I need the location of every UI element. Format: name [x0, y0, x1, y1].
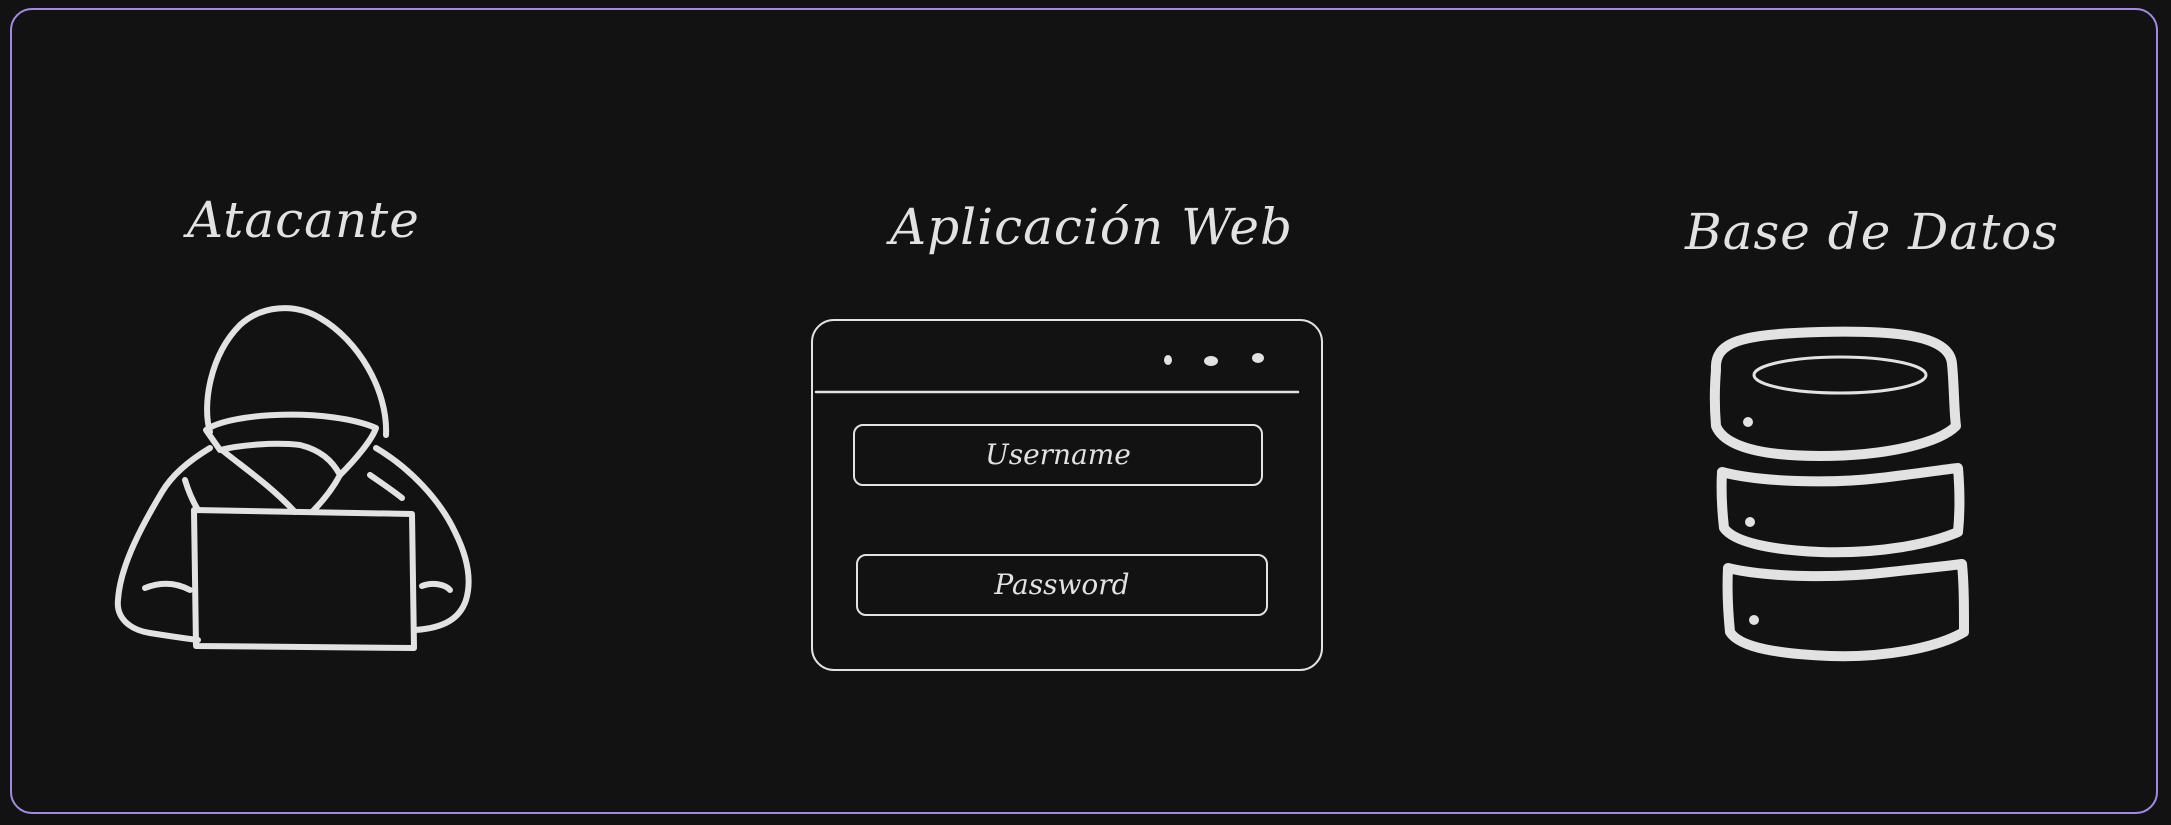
window-dot-icon [1204, 356, 1218, 366]
database-icon [1709, 326, 1969, 662]
attacker-label: Atacante [187, 191, 420, 249]
window-dot-icon [1252, 353, 1264, 363]
password-field[interactable]: Password [856, 554, 1268, 616]
webapp-label: Aplicación Web [890, 198, 1294, 256]
browser-window-icon [811, 319, 1323, 671]
window-dot-icon [1164, 355, 1172, 365]
hooded-hacker-icon [114, 305, 472, 651]
username-placeholder: Username [985, 438, 1131, 471]
database-label: Base de Datos [1685, 203, 2059, 261]
password-placeholder: Password [994, 568, 1130, 601]
username-field[interactable]: Username [853, 424, 1263, 486]
